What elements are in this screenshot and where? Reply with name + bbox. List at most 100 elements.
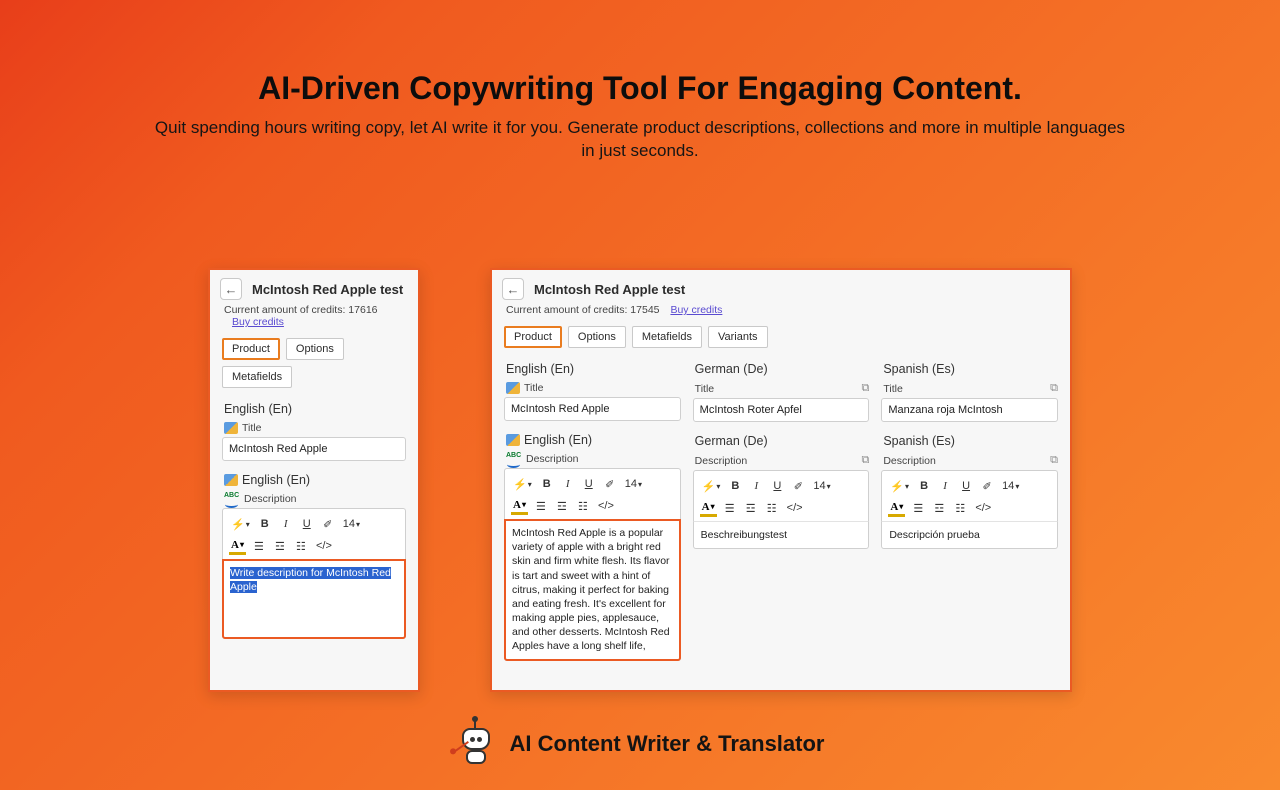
- title-input-en[interactable]: [504, 397, 681, 421]
- title-input-en[interactable]: [222, 437, 406, 461]
- text-color-button[interactable]: A▾: [229, 537, 246, 555]
- tab-variants[interactable]: Variants: [708, 326, 768, 348]
- magic-wand-icon[interactable]: ⚡▾: [229, 515, 252, 533]
- text-color-button[interactable]: A▾: [511, 497, 528, 515]
- expand-icon[interactable]: ⧉: [861, 454, 869, 467]
- tab-options[interactable]: Options: [286, 338, 344, 360]
- page-title: McIntosh Red Apple test: [252, 282, 403, 297]
- bold-button[interactable]: B: [257, 515, 273, 533]
- back-button[interactable]: ←: [220, 278, 242, 300]
- spellcheck-icon: [506, 453, 522, 465]
- font-size-select[interactable]: 14▾: [1000, 477, 1021, 495]
- description-editor-en[interactable]: Write description for McIntosh Red Apple: [222, 559, 406, 639]
- bullet-list-button[interactable]: ☰: [533, 497, 549, 515]
- description-editor-de[interactable]: Beschreibungstest: [693, 521, 870, 549]
- font-size-select[interactable]: 14▾: [341, 515, 362, 533]
- tab-product[interactable]: Product: [504, 326, 562, 348]
- page-title: McIntosh Red Apple test: [534, 282, 685, 297]
- credits-count: Current amount of credits: 17545: [506, 304, 660, 316]
- editor-toolbar: ⚡▾ B I U ✐ 14▾ A▾ ☰ ☲ ☷ </>: [222, 508, 406, 559]
- italic-button[interactable]: I: [937, 477, 953, 495]
- code-button[interactable]: </>: [314, 537, 334, 555]
- tab-options[interactable]: Options: [568, 326, 626, 348]
- lang-header-en: English (En): [224, 402, 406, 416]
- indent-button[interactable]: ☷: [764, 499, 780, 517]
- bullet-list-button[interactable]: ☰: [251, 537, 267, 555]
- headline: AI-Driven Copywriting Tool For Engaging …: [0, 70, 1280, 107]
- code-button[interactable]: </>: [973, 499, 993, 517]
- bold-button[interactable]: B: [916, 477, 932, 495]
- translate-icon: [224, 422, 238, 434]
- underline-button[interactable]: U: [581, 475, 597, 493]
- title-input-es[interactable]: [881, 398, 1058, 422]
- text-color-button[interactable]: A▾: [700, 499, 717, 517]
- lang-header-en-desc: English (En): [524, 433, 592, 447]
- erase-button[interactable]: ✐: [790, 477, 806, 495]
- number-list-button[interactable]: ☲: [272, 537, 288, 555]
- bold-button[interactable]: B: [727, 477, 743, 495]
- underline-button[interactable]: U: [958, 477, 974, 495]
- number-list-button[interactable]: ☲: [743, 499, 759, 517]
- editor-toolbar: ⚡▾ B I U ✐ 14▾ A▾ ☰ ☲ ☷ </>: [693, 470, 870, 521]
- underline-button[interactable]: U: [769, 477, 785, 495]
- buy-credits-link[interactable]: Buy credits: [232, 316, 284, 328]
- buy-credits-link[interactable]: Buy credits: [670, 304, 722, 316]
- description-label: Description: [883, 455, 936, 467]
- tab-metafields[interactable]: Metafields: [222, 366, 292, 388]
- magic-wand-icon[interactable]: ⚡▾: [700, 477, 723, 495]
- underline-button[interactable]: U: [299, 515, 315, 533]
- lang-header-de-desc: German (De): [695, 434, 870, 448]
- lang-header-en-desc: English (En): [242, 473, 310, 487]
- lang-header-es-desc: Spanish (Es): [883, 434, 1058, 448]
- editor-toolbar: ⚡▾ B I U ✐ 14▾ A▾ ☰ ☲ ☷ </>: [504, 468, 681, 519]
- description-label: Description: [526, 453, 579, 465]
- bullet-list-button[interactable]: ☰: [722, 499, 738, 517]
- text-color-button[interactable]: A▾: [888, 499, 905, 517]
- number-list-button[interactable]: ☲: [931, 499, 947, 517]
- bullet-list-button[interactable]: ☰: [910, 499, 926, 517]
- description-editor-en[interactable]: McIntosh Red Apple is a popular variety …: [504, 519, 681, 661]
- lang-header-de: German (De): [695, 362, 870, 376]
- title-label: Title: [883, 383, 902, 395]
- title-label: Title: [695, 383, 714, 395]
- description-label: Description: [695, 455, 748, 467]
- italic-button[interactable]: I: [278, 515, 294, 533]
- tab-metafields[interactable]: Metafields: [632, 326, 702, 348]
- lang-header-es: Spanish (Es): [883, 362, 1058, 376]
- tab-product[interactable]: Product: [222, 338, 280, 360]
- translate-icon: [506, 434, 520, 446]
- magic-wand-icon[interactable]: ⚡▾: [888, 477, 911, 495]
- subheadline: Quit spending hours writing copy, let AI…: [150, 117, 1130, 163]
- expand-icon[interactable]: ⧉: [861, 382, 869, 395]
- indent-button[interactable]: ☷: [575, 497, 591, 515]
- indent-button[interactable]: ☷: [293, 537, 309, 555]
- editor-toolbar: ⚡▾ B I U ✐ 14▾ A▾ ☰ ☲ ☷ </>: [881, 470, 1058, 521]
- panel-before: ← McIntosh Red Apple test Current amount…: [208, 268, 420, 692]
- magic-wand-icon[interactable]: ⚡▾: [511, 475, 534, 493]
- bold-button[interactable]: B: [539, 475, 555, 493]
- translate-icon: [506, 382, 520, 394]
- number-list-button[interactable]: ☲: [554, 497, 570, 515]
- italic-button[interactable]: I: [560, 475, 576, 493]
- title-label: Title: [524, 382, 543, 394]
- brand-name: AI Content Writer & Translator: [510, 731, 825, 757]
- font-size-select[interactable]: 14▾: [811, 477, 832, 495]
- title-input-de[interactable]: [693, 398, 870, 422]
- translate-icon: [224, 474, 238, 486]
- expand-icon[interactable]: ⧉: [1050, 454, 1058, 467]
- credits-count: Current amount of credits: 17616: [224, 304, 378, 316]
- description-editor-es[interactable]: Descripción prueba: [881, 521, 1058, 549]
- italic-button[interactable]: I: [748, 477, 764, 495]
- erase-button[interactable]: ✐: [602, 475, 618, 493]
- back-button[interactable]: ←: [502, 278, 524, 300]
- expand-icon[interactable]: ⧉: [1050, 382, 1058, 395]
- code-button[interactable]: </>: [785, 499, 805, 517]
- description-label: Description: [244, 493, 297, 505]
- erase-button[interactable]: ✐: [979, 477, 995, 495]
- robot-icon: [456, 722, 496, 766]
- indent-button[interactable]: ☷: [952, 499, 968, 517]
- code-button[interactable]: </>: [596, 497, 616, 515]
- erase-button[interactable]: ✐: [320, 515, 336, 533]
- title-label: Title: [242, 422, 261, 434]
- font-size-select[interactable]: 14▾: [623, 475, 644, 493]
